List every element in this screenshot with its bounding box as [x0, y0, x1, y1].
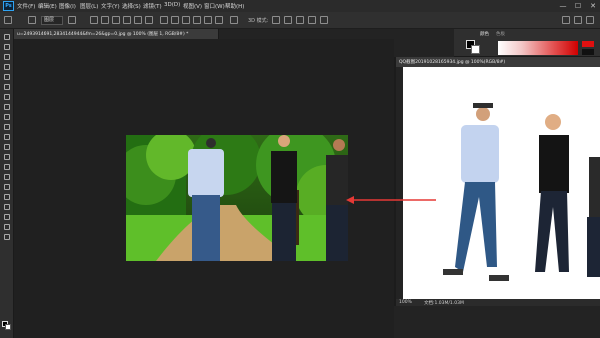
layer-mode-select[interactable]: 图层 — [41, 16, 63, 25]
document-size-info: 文档:1.03M/1.03M — [424, 301, 464, 306]
color-ramp[interactable] — [498, 41, 578, 55]
tab-color[interactable]: 颜色 — [480, 31, 489, 37]
crop-tool-icon[interactable] — [3, 73, 11, 81]
red-arrow-annotation — [346, 196, 436, 204]
brush-tool-icon[interactable] — [3, 103, 11, 111]
background-color-swatch[interactable] — [5, 324, 11, 330]
eyedropper-tool-icon[interactable] — [3, 83, 11, 91]
hand-tool-icon[interactable] — [3, 213, 11, 221]
photoshop-logo: Ps — [3, 1, 14, 11]
3d-roll-icon[interactable] — [284, 16, 292, 24]
menu-type[interactable]: 文字(Y) — [101, 2, 120, 10]
workspace-icon[interactable] — [574, 16, 582, 24]
zoom-tool-icon[interactable] — [3, 223, 11, 231]
distribute-5-icon[interactable] — [204, 16, 212, 24]
cutout-people-photo[interactable] — [403, 67, 600, 299]
history-brush-tool-icon[interactable] — [3, 123, 11, 131]
background-swatch[interactable] — [471, 45, 480, 54]
align-bottom-icon[interactable] — [145, 16, 153, 24]
document-tab-1[interactable]: u=2493914691,2834144944&fm=26&gp=0.jpg @… — [14, 29, 219, 39]
stamp-tool-icon[interactable] — [3, 113, 11, 121]
move-tool-icon[interactable] — [3, 33, 11, 41]
menu-window[interactable]: 窗口(W) — [204, 2, 225, 10]
tab-swatches[interactable]: 色板 — [496, 31, 505, 37]
zoom-level[interactable]: 100% — [399, 300, 412, 305]
eraser-tool-icon[interactable] — [3, 133, 11, 141]
document-tab-1-label: u=2493914691,2834144944&fm=26&gp=0.jpg @… — [17, 32, 189, 37]
menu-filter[interactable]: 滤镜(T) — [143, 2, 162, 10]
search-icon[interactable] — [562, 16, 570, 24]
align-right-icon[interactable] — [112, 16, 120, 24]
color-panel: 颜色 色板 — [454, 29, 600, 57]
distribute-2-icon[interactable] — [171, 16, 179, 24]
menu-file[interactable]: 文件(F) — [17, 2, 35, 10]
red-swatch[interactable] — [582, 41, 594, 47]
align-center-icon[interactable] — [101, 16, 109, 24]
type-tool-icon[interactable] — [3, 183, 11, 191]
minimize-button[interactable]: — — [558, 1, 568, 11]
distribute-icon[interactable] — [160, 16, 168, 24]
black-swatch[interactable] — [582, 49, 594, 55]
3d-scale-icon[interactable] — [320, 16, 328, 24]
menu-help[interactable]: 帮助(H) — [225, 2, 244, 10]
close-window-button[interactable]: ✕ — [588, 1, 598, 11]
edit-toolbar-icon[interactable] — [3, 233, 11, 241]
shape-tool-icon[interactable] — [3, 203, 11, 211]
distribute-6-icon[interactable] — [215, 16, 223, 24]
3d-rotate-icon[interactable] — [272, 16, 280, 24]
align-middle-icon[interactable] — [134, 16, 142, 24]
transform-controls-icon[interactable] — [68, 16, 76, 24]
move-tool-icon[interactable] — [4, 16, 12, 24]
gradient-tool-icon[interactable] — [3, 143, 11, 151]
3d-slide-icon[interactable] — [308, 16, 316, 24]
pen-tool-icon[interactable] — [3, 173, 11, 181]
maximize-button[interactable]: ☐ — [573, 1, 583, 11]
menu-3d[interactable]: 3D(D) — [164, 2, 180, 8]
quick-select-tool-icon[interactable] — [3, 63, 11, 71]
auto-select-icon[interactable] — [28, 16, 36, 24]
healing-tool-icon[interactable] — [3, 93, 11, 101]
menu-edit[interactable]: 编辑(E) — [38, 2, 57, 10]
distribute-4-icon[interactable] — [193, 16, 201, 24]
menu-select[interactable]: 选择(S) — [122, 2, 141, 10]
document-tab-2[interactable]: QQ截图20191028165934.jpg @ 100%(RGB/8#) — [396, 57, 600, 67]
menu-image[interactable]: 图像(I) — [59, 2, 76, 10]
menu-layer[interactable]: 图层(L) — [80, 2, 98, 10]
align-top-icon[interactable] — [123, 16, 131, 24]
lasso-tool-icon[interactable] — [3, 53, 11, 61]
dodge-tool-icon[interactable] — [3, 163, 11, 171]
menu-bar: Ps 文件(F) 编辑(E) 图像(I) 图层(L) 文字(Y) 选择(S) 滤… — [0, 0, 600, 12]
path-select-tool-icon[interactable] — [3, 193, 11, 201]
document-tab-2-label: QQ截图20191028165934.jpg @ 100%(RGB/8#) — [399, 60, 506, 65]
document-2-status-bar: 100% 文档:1.03M/1.03M — [396, 299, 600, 306]
window-2-border — [394, 57, 396, 306]
align-left-icon[interactable] — [90, 16, 98, 24]
tools-panel — [0, 29, 14, 338]
marquee-tool-icon[interactable] — [3, 43, 11, 51]
options-bar: 图层 3D 模式: — [0, 12, 600, 29]
share-icon[interactable] — [586, 16, 594, 24]
menu-view[interactable]: 视图(V) — [183, 2, 202, 10]
more-options-icon[interactable] — [230, 16, 238, 24]
blur-tool-icon[interactable] — [3, 153, 11, 161]
3d-mode-label: 3D 模式: — [248, 18, 269, 24]
park-photo[interactable] — [126, 135, 348, 261]
3d-pan-icon[interactable] — [296, 16, 304, 24]
distribute-3-icon[interactable] — [182, 16, 190, 24]
